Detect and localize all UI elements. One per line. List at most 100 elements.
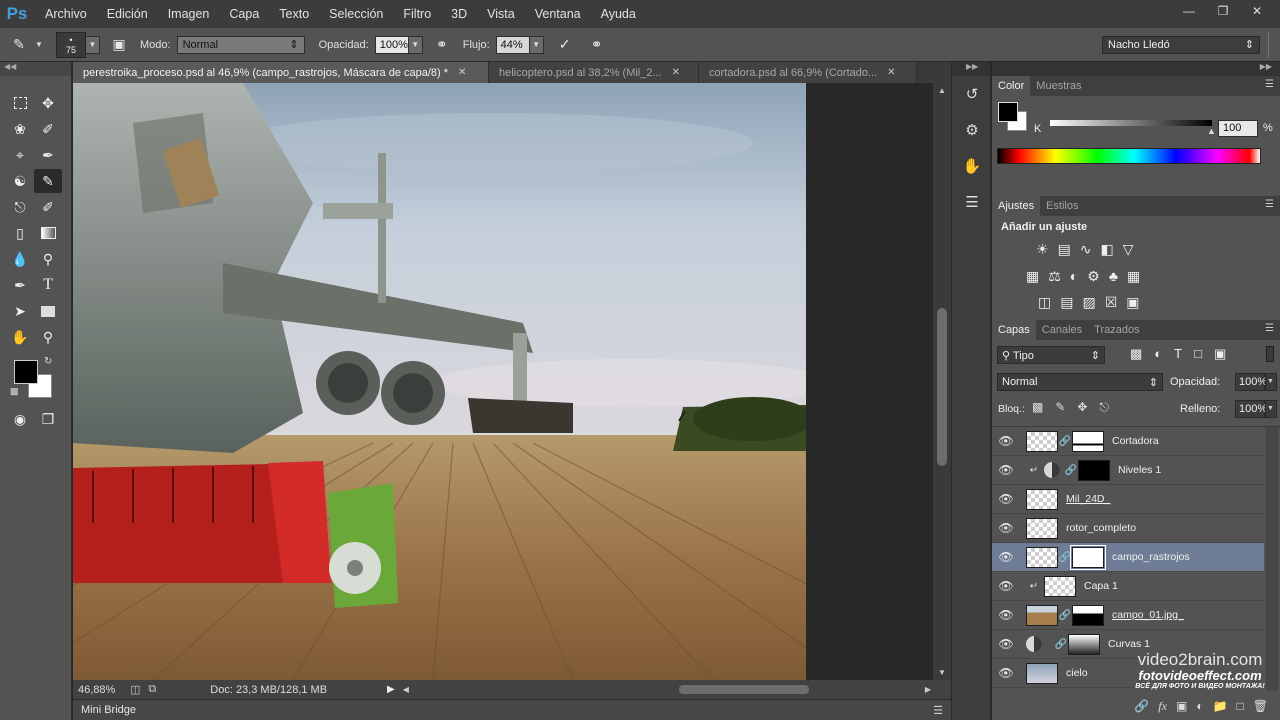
zoom-tool-icon[interactable]: ⚲ [34,325,62,349]
mask-link-icon[interactable]: 🔗 [1058,436,1072,447]
lasso-tool-icon[interactable]: ❀ [6,117,34,141]
panel-menu-icon[interactable]: ☰ [1265,79,1274,90]
panel-menu-icon[interactable]: ☰ [933,704,943,717]
minimize-icon[interactable]: — [1174,2,1204,20]
tab-perestroika[interactable]: perestroika_proceso.psd al 46,9% (campo_… [73,62,489,83]
color-lookup-icon[interactable]: ▦ [1127,268,1140,285]
pressure-opacity-icon[interactable]: ⚭ [429,34,455,56]
lock-all-icon[interactable]: ⎋ [1099,400,1109,415]
workspace-select[interactable]: Nacho Lledó ⇕ [1102,35,1260,54]
close-icon[interactable]: ✕ [458,67,466,78]
add-mask-icon[interactable]: ▣ [1176,699,1187,713]
history-brush-icon[interactable]: ✐ [34,195,62,219]
restore-icon[interactable]: ❐ [1208,2,1238,20]
status-menu-arrow-icon[interactable]: ▶ [387,684,395,695]
canvas-area[interactable] [73,83,933,680]
filter-pixel-icon[interactable]: ▩ [1130,346,1142,362]
opacity-dropdown[interactable]: ▼ [408,35,423,54]
gradient-map-icon[interactable]: ▣ [1126,294,1139,311]
delete-layer-icon[interactable]: 🗑 [1253,699,1268,713]
scroll-up-icon[interactable]: ▲ [938,86,946,95]
layer-row[interactable]: 👁 Mil_24D_ [992,485,1264,514]
new-layer-icon[interactable]: □ [1237,699,1244,713]
panel-grip[interactable] [1268,31,1276,58]
k-slider-track[interactable] [1050,120,1212,126]
tab-capas[interactable]: Capas [992,320,1036,340]
panel-menu-icon[interactable]: ☰ [1265,199,1274,210]
visibility-eye-icon[interactable]: 👁 [992,434,1020,448]
export-icon[interactable]: ⧉ [148,683,156,696]
dodge-tool-icon[interactable]: ⚲ [34,247,62,271]
mini-bridge-panel[interactable]: Mini Bridge ☰ [73,699,951,720]
type-tool-icon[interactable]: T [34,273,62,297]
scroll-down-icon[interactable]: ▼ [938,668,946,677]
mask-link-icon[interactable]: 🔗 [1058,552,1072,563]
layer-style-fx-icon[interactable]: fx [1158,699,1167,714]
screen-mode-icon[interactable]: ❐ [34,407,62,431]
layer-filter-select[interactable]: ⚲ Tipo ⇕ [997,346,1105,364]
layer-mask-thumbnail[interactable] [1078,459,1110,481]
color-spectrum-bar[interactable] [997,148,1261,164]
hue-saturation-icon[interactable]: ▦ [1026,268,1039,285]
visibility-eye-icon[interactable]: 👁 [992,550,1020,564]
brush-picker-dropdown[interactable]: ▼ [86,35,100,54]
menu-ventana[interactable]: Ventana [524,0,590,28]
blur-tool-icon[interactable]: 💧 [6,247,34,271]
close-icon[interactable]: ✕ [672,67,680,78]
visibility-eye-icon[interactable]: 👁 [992,492,1020,506]
close-icon[interactable]: ✕ [1242,2,1272,20]
mask-link-icon[interactable]: 🔗 [1064,465,1078,476]
layer-mask-thumbnail[interactable] [1072,430,1104,452]
menu-seleccion[interactable]: Selección [318,0,392,28]
brightness-contrast-icon[interactable]: ☀ [1036,241,1049,258]
quick-mask-icon[interactable]: ◉ [6,407,34,431]
tool-preset-dropdown[interactable]: ▼ [32,36,46,54]
pressure-size-icon[interactable]: ⚭ [584,34,610,56]
slider-handle-icon[interactable]: ▲ [1207,126,1216,136]
mode-select[interactable]: Normal ⇕ [176,35,305,54]
brush-presets-icon[interactable]: ✋ [952,148,992,184]
layer-opacity-input[interactable]: 100% [1235,373,1267,391]
filter-smart-object-icon[interactable]: ▣ [1214,346,1226,362]
eyedropper-tool-icon[interactable]: ✒ [34,143,62,167]
expand-arrows-icon[interactable]: ▶▶ [952,62,990,76]
visibility-eye-icon[interactable]: 👁 [992,463,1020,477]
visibility-eye-icon[interactable]: 👁 [992,521,1020,535]
link-layers-icon[interactable]: 🔗 [1134,699,1149,713]
tab-canales[interactable]: Canales [1036,320,1088,340]
layer-row[interactable]: 👁 ↵ Capa 1 [992,572,1264,601]
brush-tool-preset-icon[interactable]: ✎ [6,34,32,56]
marquee-tool-icon[interactable] [6,91,34,115]
layer-row[interactable]: 👁 🔗 campo_01.jpg_ [992,601,1264,630]
mask-link-icon[interactable]: 🔗 [1054,639,1068,650]
info-panel-icon[interactable]: ⚙ [952,112,992,148]
horizontal-scroll-thumb[interactable] [678,685,809,694]
flow-input[interactable]: 44% [495,35,530,54]
opacity-slider-arrow-icon[interactable]: ▼ [1265,373,1277,391]
black-white-icon[interactable]: ◐ [1070,268,1078,285]
selective-color-icon[interactable]: ☒ [1105,294,1118,311]
tab-cortadora[interactable]: cortadora.psd al 66,9% (Cortado... ✕ [699,62,917,83]
move-tool-icon[interactable]: ✥ [34,91,62,115]
filter-adjustment-icon[interactable]: ◐ [1154,346,1162,362]
properties-panel-icon[interactable]: ☰ [952,184,992,220]
foreground-color-swatch[interactable] [998,102,1018,122]
swap-colors-icon[interactable]: ↻ [44,356,52,367]
photo-filter-icon[interactable]: ⚙ [1087,268,1100,285]
gradient-tool-icon[interactable] [34,221,62,245]
exposure-icon[interactable]: ◧ [1101,241,1114,258]
tab-estilos[interactable]: Estilos [1040,196,1084,216]
crop-tool-icon[interactable]: ⌖ [6,143,34,167]
quick-selection-icon[interactable]: ✐ [34,117,62,141]
menu-imagen[interactable]: Imagen [157,0,219,28]
menu-filtro[interactable]: Filtro [392,0,440,28]
tab-helicoptero[interactable]: helicoptero.psd al 38,2% (Mil_2... ✕ [489,62,699,83]
tab-color[interactable]: Color [992,76,1031,96]
hand-tool-icon[interactable]: ✋ [6,325,34,349]
clone-stamp-icon[interactable]: ⎋ [6,195,34,219]
visibility-eye-icon[interactable]: 👁 [992,579,1020,593]
path-selection-icon[interactable]: ➤ [6,299,34,323]
vertical-scrollbar[interactable]: ▲ ▼ [933,83,951,680]
status-icon[interactable]: ◫ [130,683,140,696]
scroll-right-icon[interactable]: ▶ [925,685,931,694]
